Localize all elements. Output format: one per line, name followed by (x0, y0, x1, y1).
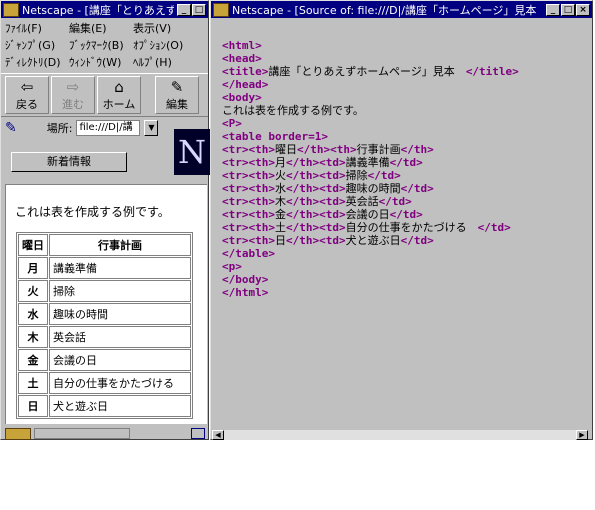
back-button[interactable]: ⇦ 戻る (5, 76, 49, 114)
source-line: これは表を作成する例です。 (222, 104, 364, 117)
location-label: 場所: (46, 122, 73, 135)
minimize-button[interactable]: _ (177, 3, 191, 16)
menu-window[interactable]: ｳｨﾝﾄﾞｳ(W) (69, 54, 133, 71)
security-key-icon (5, 427, 31, 440)
menu-options[interactable]: ｵﾌﾟｼｮﾝ(O) (133, 37, 197, 54)
netscape-app-icon[interactable] (213, 2, 229, 17)
table-row: 月 講義準備 (18, 257, 191, 279)
edit-button[interactable]: ✎ 編集 (155, 76, 199, 114)
table-row: 日 犬と遊ぶ日 (18, 395, 191, 417)
day-cell: 火 (18, 280, 48, 302)
source-titlebar[interactable]: Netscape - [Source of: file:///D|/講座「ホーム… (211, 1, 592, 18)
source-line: </table> (222, 247, 275, 260)
whats-new-button[interactable]: 新着情報 (11, 152, 127, 172)
close-button[interactable]: × (576, 3, 590, 16)
menu-edit[interactable]: 編集(E) (69, 20, 133, 37)
source-line: <P> (222, 117, 242, 130)
schedule-table: 曜日 行事計画 月 講義準備 火 掃除 水 趣味の時間 木 英会話 金 会議の日 (16, 232, 193, 419)
maximize-button[interactable]: □ (192, 3, 206, 16)
home-label: ホーム (102, 97, 136, 111)
source-line: <tr><th>月</th><td>講義準備</td> (222, 156, 423, 169)
home-button[interactable]: ⌂ ホーム (97, 76, 141, 114)
menu-view[interactable]: 表示(V) (133, 20, 197, 37)
event-cell: 犬と遊ぶ日 (49, 395, 191, 417)
forward-button[interactable]: ⇨ 進む (51, 76, 95, 114)
status-bar (1, 426, 209, 441)
source-line: </html> (222, 286, 269, 299)
source-line: <table border=1> (222, 130, 328, 143)
source-view[interactable]: <html> <head> <title>講座「とりあえずホームページ」見本 </t… (216, 24, 588, 428)
source-line: <head> (222, 52, 262, 65)
toolbar: ⇦ 戻る ⇨ 進む ⌂ ホーム ✎ 編集 (1, 73, 208, 117)
table-header: 行事計画 (49, 234, 191, 256)
source-line: <tr><th>木</th><td>英会話</td> (222, 195, 412, 208)
day-cell: 水 (18, 303, 48, 325)
menu-directory[interactable]: ﾃﾞｨﾚｸﾄﾘ(D) (5, 54, 69, 71)
source-code: <html> <head> <title>講座「とりあえずホームページ」見本 </t… (222, 39, 588, 299)
forward-label: 進む (62, 97, 84, 111)
table-row: 木 英会話 (18, 326, 191, 348)
back-arrow-icon: ⇦ (20, 77, 34, 96)
browser-title: Netscape - [講座「とりあえず (22, 3, 174, 17)
netscape-logo[interactable]: N (174, 129, 210, 175)
menu-file[interactable]: ﾌｧｲﾙ(F) (5, 20, 69, 37)
bookmark-link-icon[interactable]: ✎ (5, 120, 17, 136)
back-label: 戻る (16, 97, 38, 111)
source-line: <tr><th>日</th><td>犬と遊ぶ日</td> (222, 234, 434, 247)
day-cell: 金 (18, 349, 48, 371)
page-text: これは表を作成する例です。 (15, 205, 170, 219)
minimize-button[interactable]: _ (546, 3, 560, 16)
source-line: <tr><th>水</th><td>趣味の時間</td> (222, 182, 434, 195)
forward-arrow-icon: ⇨ (66, 77, 80, 96)
location-dropdown[interactable]: ▼ (144, 120, 159, 136)
day-cell: 日 (18, 395, 48, 417)
table-row: 火 掃除 (18, 280, 191, 302)
edit-label: 編集 (166, 97, 188, 111)
location-input[interactable]: file:///D|/講 (76, 120, 141, 136)
menubar: ﾌｧｲﾙ(F) 編集(E) 表示(V) ｼﾞｬﾝﾌﾟ(G) ﾌﾞｯｸﾏｰｸ(B)… (1, 18, 208, 73)
scroll-right-icon[interactable]: ▶ (576, 430, 588, 440)
table-row: 土 自分の仕事をかたづける (18, 372, 191, 394)
browser-titlebar[interactable]: Netscape - [講座「とりあえず _ □ (1, 1, 208, 18)
source-line: <title>講座「とりあえずホームページ」見本 </title> (222, 65, 519, 78)
mail-icon[interactable] (191, 428, 205, 439)
home-icon: ⌂ (114, 77, 124, 96)
day-cell: 月 (18, 257, 48, 279)
pencil-icon: ✎ (170, 77, 184, 96)
event-cell: 講義準備 (49, 257, 191, 279)
day-cell: 土 (18, 372, 48, 394)
menu-help[interactable]: ﾍﾙﾌﾟ(H) (133, 54, 197, 71)
source-line: <html> (222, 39, 262, 52)
source-line: <tr><th>土</th><td>自分の仕事をかたづける </td> (222, 221, 511, 234)
netscape-app-icon[interactable] (3, 2, 19, 17)
event-cell: 英会話 (49, 326, 191, 348)
table-row: 金 会議の日 (18, 349, 191, 371)
maximize-button[interactable]: □ (561, 3, 575, 16)
horizontal-scrollbar[interactable]: ◀ ▶ (212, 430, 588, 440)
event-cell: 趣味の時間 (49, 303, 191, 325)
source-line: </body> (222, 273, 269, 286)
table-header: 曜日 (18, 234, 48, 256)
table-row: 水 趣味の時間 (18, 303, 191, 325)
page-content: これは表を作成する例です。 曜日 行事計画 月 講義準備 火 掃除 水 趣味の時… (5, 184, 207, 424)
day-cell: 木 (18, 326, 48, 348)
menu-go[interactable]: ｼﾞｬﾝﾌﾟ(G) (5, 37, 69, 54)
event-cell: 会議の日 (49, 349, 191, 371)
browser-window: Netscape - [講座「とりあえず _ □ ﾌｧｲﾙ(F) 編集(E) 表… (0, 0, 210, 441)
source-line: <body> (222, 91, 262, 104)
source-line: <tr><th>金</th><td>会議の日</td> (222, 208, 423, 221)
event-cell: 自分の仕事をかたづける (49, 372, 191, 394)
source-title: Netscape - [Source of: file:///D|/講座「ホーム… (232, 3, 537, 17)
menu-bookmarks[interactable]: ﾌﾞｯｸﾏｰｸ(B) (69, 37, 133, 54)
status-progress-field (34, 428, 130, 439)
source-window: Netscape - [Source of: file:///D|/講座「ホーム… (210, 0, 593, 440)
event-cell: 掃除 (49, 280, 191, 302)
table-header-row: 曜日 行事計画 (18, 234, 191, 256)
source-line: <tr><th>火</th><td>掃除</td> (222, 169, 401, 182)
source-line: <p> (222, 260, 242, 273)
scroll-left-icon[interactable]: ◀ (212, 430, 224, 440)
source-line: </head> (222, 78, 269, 91)
source-line: <tr><th>曜日</th><th>行事計画</th> (222, 143, 434, 156)
